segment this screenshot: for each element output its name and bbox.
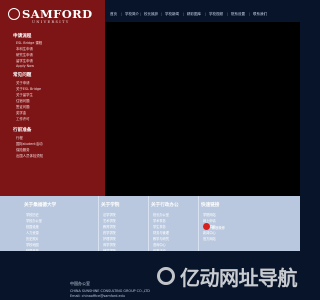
- link-counseling[interactable]: 咨询中心: [153, 242, 166, 247]
- link-business[interactable]: 商学学院: [103, 242, 116, 247]
- sidebar-item-scholarship[interactable]: 奖学金: [16, 110, 26, 115]
- nav-separator: |: [121, 12, 123, 16]
- sidebar-item-esl-bridge[interactable]: ESL Bridge 课程: [16, 40, 42, 45]
- footer-email[interactable]: Email: chinaoffice@samford.edu: [70, 294, 125, 298]
- sidebar-item-apply-now[interactable]: Apply Now: [16, 64, 34, 68]
- footer-company: CHINA SUNSHINE CONSULTING GROUP CO.,LTD: [70, 289, 150, 293]
- link-arts[interactable]: 艺术学院: [103, 218, 116, 223]
- sidebar-item-international[interactable]: 留学生申请: [16, 58, 33, 63]
- nav-videos[interactable]: 学校视频: [209, 12, 223, 17]
- link-office[interactable]: 学校办公室: [26, 218, 42, 223]
- sidebar-item-visa[interactable]: 签证问题: [16, 104, 30, 109]
- nav-separator: |: [140, 12, 142, 16]
- section-title-apply: 申请流程: [13, 34, 32, 39]
- link-news-center[interactable]: 新闻中心: [203, 230, 216, 235]
- column-quick-links: 快速链接 学院网站 网上申请 网上捐款 新闻中心 官方网站 新浪微博: [198, 196, 247, 251]
- sidebar-item-work-permit[interactable]: 工作许可: [16, 116, 30, 121]
- sidebar-item-trip[interactable]: 行程: [16, 135, 23, 140]
- sidebar-item-grad[interactable]: 研究生申请: [16, 52, 33, 57]
- link-education[interactable]: 教育学院: [103, 224, 116, 229]
- link-teaching[interactable]: 教学与研究: [153, 236, 169, 241]
- link-facilities[interactable]: 校园设施: [26, 224, 39, 229]
- sidebar-item-about-apply[interactable]: 关于申请: [16, 80, 30, 85]
- link-law[interactable]: 法学学院: [103, 212, 116, 217]
- hero-banner: [105, 22, 300, 196]
- nav-separator: |: [161, 12, 163, 16]
- watermark-logo-icon: [157, 267, 175, 285]
- logo-subtitle: UNIVERSITY: [32, 20, 70, 24]
- nav-separator: |: [249, 12, 251, 16]
- crest-icon: [8, 8, 20, 20]
- weibo-icon[interactable]: [203, 223, 210, 230]
- footer-office: 中国办公室: [70, 281, 90, 286]
- page: SAMFORD UNIVERSITY 申请流程 ESL Bridge 课程 本科…: [0, 0, 300, 300]
- left-sidebar: SAMFORD UNIVERSITY 申请流程 ESL Bridge 课程 本科…: [0, 0, 105, 196]
- link-photos[interactable]: 历史照片: [26, 236, 39, 241]
- column-title: 快速链接: [201, 203, 220, 208]
- link-nursing[interactable]: 护理学院: [103, 236, 116, 241]
- column-title: 关于学院: [101, 203, 120, 208]
- link-hr[interactable]: 人力资源: [26, 230, 39, 235]
- link-college-site[interactable]: 学院网站: [203, 212, 216, 217]
- column-administration: 关于行政办公 校长办公室 学术事务 学生事务 财务与管理 教学与研究 咨询中心 …: [148, 196, 197, 253]
- link-finance[interactable]: 财务与管理: [153, 230, 169, 235]
- link-president-office[interactable]: 校长办公室: [153, 212, 169, 217]
- column-colleges: 关于学院 法学学院 艺术学院 教育学院 药学学院 护理学院 商学学院 神学学院: [98, 196, 147, 253]
- nav-separator: |: [183, 12, 185, 16]
- link-history[interactable]: 学校历史: [26, 212, 39, 217]
- sidebar-item-insurance[interactable]: 保险服务: [16, 147, 30, 152]
- watermark-text: 亿动网址导航: [180, 266, 298, 290]
- sidebar-item-housing[interactable]: 住宿问题: [16, 98, 30, 103]
- column-about-university: 关于桑福德大学 学校历史 学校办公室 校园设施 人力资源 历史照片 学校地图 校…: [22, 196, 96, 253]
- nav-president[interactable]: 校长致辞: [144, 12, 158, 17]
- sidebar-item-undergrad[interactable]: 本科生申请: [16, 46, 33, 51]
- link-academic[interactable]: 学术事务: [153, 218, 166, 223]
- column-title: 关于行政办公: [151, 203, 179, 208]
- samford-logo[interactable]: SAMFORD UNIVERSITY: [8, 7, 100, 28]
- top-nav: 首页 | 学校简介 | 校长致辞 | 学校新闻 | 精彩图库 | 学校视频 | …: [105, 10, 300, 21]
- link-official-site[interactable]: 官方网站: [203, 236, 216, 241]
- section-title-faq: 常见问题: [13, 73, 32, 78]
- link-weibo[interactable]: 新浪微博: [212, 225, 225, 230]
- nav-separator: |: [227, 12, 229, 16]
- logo-title: SAMFORD: [22, 7, 93, 21]
- lower-link-panel: 关于桑福德大学 学校历史 学校办公室 校园设施 人力资源 历史照片 学校地图 校…: [0, 196, 300, 253]
- section-title-prep: 行前准备: [13, 128, 32, 133]
- link-student-affairs[interactable]: 学生事务: [153, 224, 166, 229]
- nav-separator: |: [205, 12, 207, 16]
- column-title: 关于桑福德大学: [24, 203, 57, 208]
- link-map[interactable]: 学校地图: [26, 242, 39, 247]
- sidebar-item-health-check[interactable]: 出国人员体检须知: [16, 153, 43, 158]
- nav-home[interactable]: 首页: [110, 12, 117, 17]
- sidebar-item-activities[interactable]: 国际student活动: [16, 141, 43, 146]
- nav-gallery[interactable]: 精彩图库: [187, 12, 201, 17]
- nav-news[interactable]: 学校新闻: [165, 12, 179, 17]
- nav-departments[interactable]: 院系设置: [231, 12, 245, 17]
- sidebar-item-about-esl[interactable]: 关于ESL Bridge: [16, 86, 41, 91]
- sidebar-item-about-intl[interactable]: 关于留学生: [16, 92, 33, 97]
- nav-about[interactable]: 学校简介: [125, 12, 139, 17]
- link-pharmacy[interactable]: 药学学院: [103, 230, 116, 235]
- nav-contact[interactable]: 联系我们: [253, 12, 267, 17]
